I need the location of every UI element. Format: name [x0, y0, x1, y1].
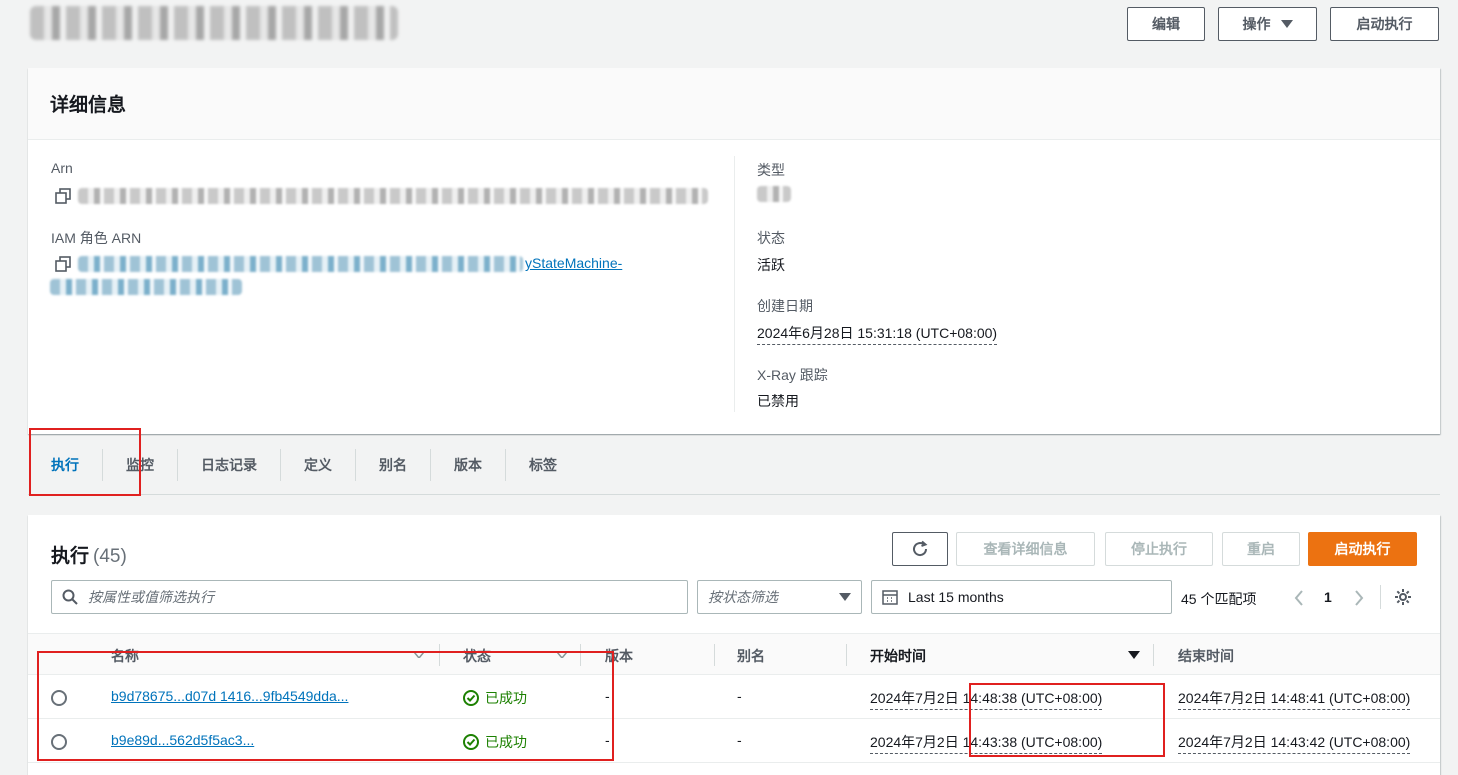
filter-placeholder: 按属性或值筛选执行: [88, 589, 214, 605]
edit-button-label: 编辑: [1152, 16, 1180, 32]
chevron-left-icon[interactable]: [1294, 590, 1304, 606]
view-details-button[interactable]: 查看详细信息: [956, 532, 1095, 566]
search-icon: [62, 589, 78, 605]
start-execution-button[interactable]: 启动执行: [1308, 532, 1417, 566]
arn-value-redacted: [78, 188, 708, 204]
redrive-button[interactable]: 重启: [1222, 532, 1300, 566]
current-page[interactable]: 1: [1324, 589, 1332, 605]
type-label: 类型: [757, 162, 785, 178]
start-execution-header-button[interactable]: 启动执行: [1330, 7, 1439, 41]
tab-versions[interactable]: 版本: [431, 448, 506, 481]
annotation-box-tab: [29, 428, 141, 496]
column-separator: [714, 644, 715, 666]
tab-definition[interactable]: 定义: [281, 448, 356, 481]
actions-button-label: 操作: [1242, 16, 1271, 32]
created-label: 创建日期: [757, 298, 813, 314]
annotation-box-rows: [37, 651, 614, 761]
arn-label: Arn: [51, 160, 73, 176]
status-filter-placeholder: 按状态筛选: [708, 589, 778, 605]
details-panel-header: 详细信息: [28, 68, 1440, 140]
start-execution-header-label: 启动执行: [1356, 16, 1413, 32]
xray-label: X-Ray 跟踪: [757, 367, 828, 383]
tab-bar: 执行 监控 日志记录 定义 别名 版本 标签: [28, 435, 1440, 495]
actions-dropdown-button[interactable]: 操作: [1218, 7, 1317, 41]
details-panel: 详细信息 Arn IAM 角色 ARN yStateMachine- 类型 状态…: [28, 68, 1440, 434]
date-range-value: Last 15 months: [908, 589, 1004, 605]
xray-value: 已禁用: [757, 393, 799, 409]
column-end-time[interactable]: 结束时间: [1178, 646, 1234, 666]
details-title: 详细信息: [50, 95, 127, 116]
alias-cell: -: [737, 688, 742, 704]
iam-role-label: IAM 角色 ARN: [51, 230, 142, 246]
executions-title: 执行: [51, 546, 90, 567]
status-label: 状态: [757, 230, 785, 246]
gear-icon[interactable]: [1394, 588, 1412, 606]
calendar-icon: [882, 590, 898, 605]
column-alias[interactable]: 别名: [737, 646, 765, 666]
executions-count: (45): [93, 546, 127, 567]
column-start-time[interactable]: 开始时间: [870, 646, 926, 666]
column-separator: [1153, 644, 1154, 666]
copy-icon[interactable]: [55, 256, 71, 272]
date-range-picker[interactable]: Last 15 months: [871, 580, 1172, 614]
end-time-cell: 2024年7月2日 14:43:42 (UTC+08:00): [1178, 732, 1411, 754]
iam-role-redacted-line2: [50, 279, 242, 295]
filter-search-input[interactable]: 按属性或值筛选执行: [51, 580, 688, 614]
column-separator: [846, 644, 847, 666]
stop-execution-button[interactable]: 停止执行: [1105, 532, 1213, 566]
chevron-right-icon[interactable]: [1354, 590, 1364, 606]
match-count: 45 个匹配项: [1181, 591, 1257, 607]
tab-tags[interactable]: 标签: [506, 449, 580, 481]
iam-role-link[interactable]: yStateMachine-: [525, 255, 622, 271]
status-value: 活跃: [757, 257, 785, 273]
edit-button[interactable]: 编辑: [1127, 7, 1205, 41]
refresh-button[interactable]: [892, 532, 948, 566]
iam-role-redacted: [78, 256, 523, 272]
sort-descending-icon[interactable]: [1128, 651, 1140, 659]
caret-down-icon: [839, 593, 851, 601]
end-time-cell: 2024年7月2日 14:48:41 (UTC+08:00): [1178, 688, 1411, 710]
pagination-divider: [1380, 585, 1381, 609]
page-header: 编辑 操作 启动执行: [0, 0, 1458, 60]
type-value-redacted: [757, 186, 791, 202]
copy-icon[interactable]: [55, 188, 71, 204]
tab-logging[interactable]: 日志记录: [178, 448, 281, 481]
alias-cell: -: [737, 732, 742, 748]
created-value: 2024年6月28日 15:31:18 (UTC+08:00): [757, 323, 998, 345]
column-divider: [734, 156, 735, 412]
page-title-redacted: [30, 6, 398, 40]
refresh-icon: [913, 540, 928, 557]
tab-aliases[interactable]: 别名: [356, 448, 431, 481]
executions-heading: 执行 (45): [51, 541, 127, 568]
caret-down-icon: [1280, 20, 1293, 28]
status-filter-select[interactable]: 按状态筛选: [697, 580, 862, 614]
annotation-box-times: [969, 683, 1165, 757]
